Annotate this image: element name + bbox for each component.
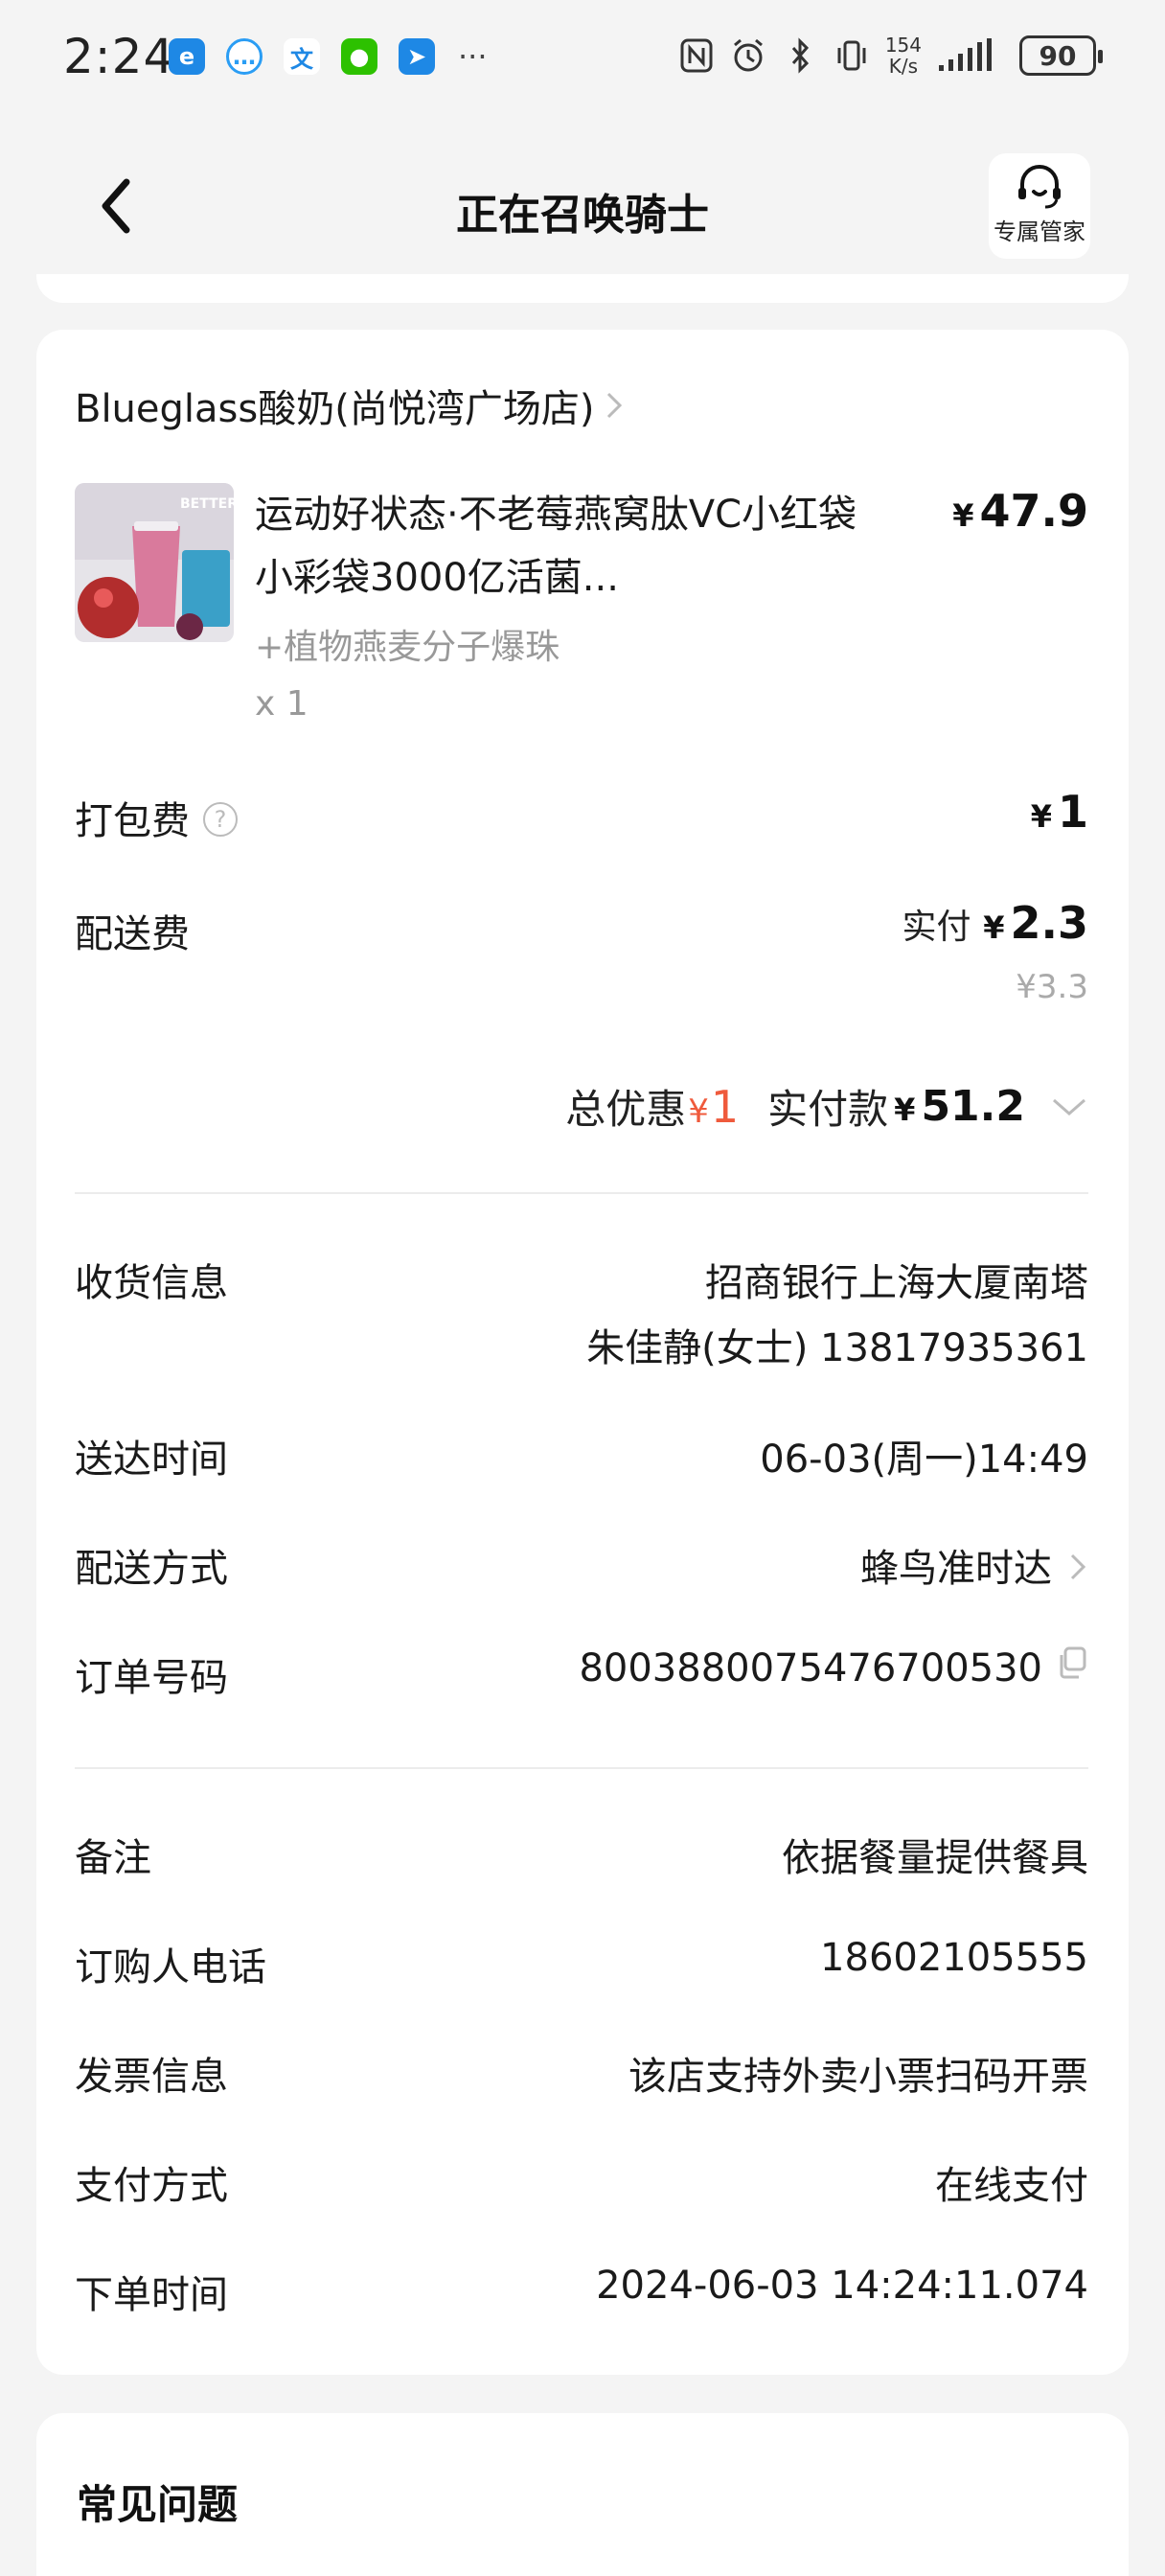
wechat-icon: ● (341, 38, 377, 75)
butler-label: 专属管家 (994, 218, 1085, 245)
delivery-time-label: 送达时间 (75, 1438, 228, 1482)
notification-icons: e … 文 ● ➤ ··· (169, 38, 488, 75)
order-time-value: 2024-06-03 14:24:11.074 (596, 2264, 1088, 2308)
bluetooth-icon (791, 37, 809, 74)
headset-icon (1018, 165, 1061, 209)
dedicated-butler-button[interactable]: 专属管家 (989, 153, 1090, 259)
total-discount-label: 总优惠 (565, 1086, 687, 1133)
more-notifications: ··· (458, 38, 488, 75)
payment-method-value: 在线支付 (935, 2164, 1088, 2208)
faq-card: 常见问题 (36, 2413, 1129, 2576)
delivery-fee-label: 配送费 (75, 912, 190, 956)
header: 正在召唤骑士 专属管家 (0, 144, 1165, 268)
order-number-label: 订单号码 (75, 1656, 228, 1700)
product-image: BETTER (75, 483, 234, 642)
chevron-down-icon (1053, 1098, 1085, 1116)
send-icon: ➤ (399, 38, 435, 75)
product-addon: +植物燕麦分子爆珠 (255, 628, 560, 667)
vibrate-icon (837, 40, 866, 71)
delivery-fee-original: ¥3.3 (1016, 968, 1088, 1006)
packing-fee-label: 打包费? (75, 790, 238, 845)
signal-icon (939, 38, 992, 71)
browser-icon: e (169, 38, 205, 75)
divider (75, 1767, 1088, 1769)
alarm-icon (733, 38, 763, 72)
faq-title: 常见问题 (77, 2481, 239, 2528)
product-quantity: x 1 (255, 684, 308, 724)
delivery-method-value: 蜂鸟准时达 (860, 1547, 1052, 1591)
nfc-icon (680, 38, 713, 73)
shop-link[interactable]: Blueglass酸奶(尚悦湾广场店) (75, 378, 625, 433)
receiver-contact: 朱佳静(女士) 13817935361 (586, 1326, 1088, 1370)
previous-card-edge (36, 274, 1129, 303)
total-discount-value: ¥1 (688, 1080, 740, 1133)
order-number-value: 8003880075476700530 (579, 1646, 1042, 1690)
order-number-row: 8003880075476700530 (579, 1646, 1088, 1690)
paid-amount-value: ¥51.2 (894, 1082, 1025, 1131)
receiver-address: 招商银行上海大厦南塔 (705, 1261, 1088, 1305)
chevron-right-icon (607, 392, 623, 419)
product-price: ¥47.9 (952, 485, 1088, 537)
buyer-phone-label: 订购人电话 (75, 1945, 266, 1990)
order-detail-card: Blueglass酸奶(尚悦湾广场店) BETTER 运动好状态·不老莓燕窝肽V… (36, 330, 1129, 2375)
product-name[interactable]: 运动好状态·不老莓燕窝肽VC小红袋小彩袋3000亿活菌... (255, 483, 868, 610)
network-speed: 154 K/s (884, 34, 922, 78)
payment-method-label: 支付方式 (75, 2164, 228, 2208)
divider (75, 1192, 1088, 1194)
delivery-method-label: 配送方式 (75, 1547, 228, 1591)
note-label: 备注 (75, 1836, 151, 1880)
chat-bubble-icon: … (226, 38, 263, 75)
chevron-right-icon (1070, 1553, 1086, 1580)
order-time-label: 下单时间 (75, 2273, 228, 2317)
delivery-method-link[interactable]: 蜂鸟准时达 (860, 1537, 1088, 1593)
status-bar: 2:24 e … 文 ● ➤ ··· 154 K/s 90 (0, 0, 1165, 115)
copy-icon[interactable] (1056, 1645, 1088, 1680)
svg-text:BETTER: BETTER (180, 496, 234, 512)
note-value: 依据餐量提供餐具 (782, 1836, 1088, 1880)
shop-name: Blueglass酸奶(尚悦湾广场店) (75, 387, 595, 431)
translate-icon: 文 (284, 38, 320, 75)
battery-icon: 90 (1019, 35, 1103, 76)
order-total-summary[interactable]: 总优惠 ¥1 实付款 ¥51.2 (565, 1077, 1088, 1136)
invoice-value: 该店支持外卖小票扫码开票 (628, 2055, 1088, 2099)
delivery-fee-value: 实付 ¥2.3 (902, 897, 1089, 949)
help-icon[interactable]: ? (203, 802, 238, 837)
status-time: 2:24 (63, 29, 175, 84)
receiver-label: 收货信息 (75, 1261, 228, 1305)
paid-amount-label: 实付款 (767, 1086, 889, 1133)
invoice-label: 发票信息 (75, 2055, 228, 2099)
buyer-phone-value: 18602105555 (820, 1936, 1088, 1980)
system-icons: 154 K/s 90 (678, 34, 1103, 78)
delivery-time-value: 06-03(周一)14:49 (760, 1438, 1088, 1482)
packing-fee-value: ¥1 (1030, 786, 1088, 838)
